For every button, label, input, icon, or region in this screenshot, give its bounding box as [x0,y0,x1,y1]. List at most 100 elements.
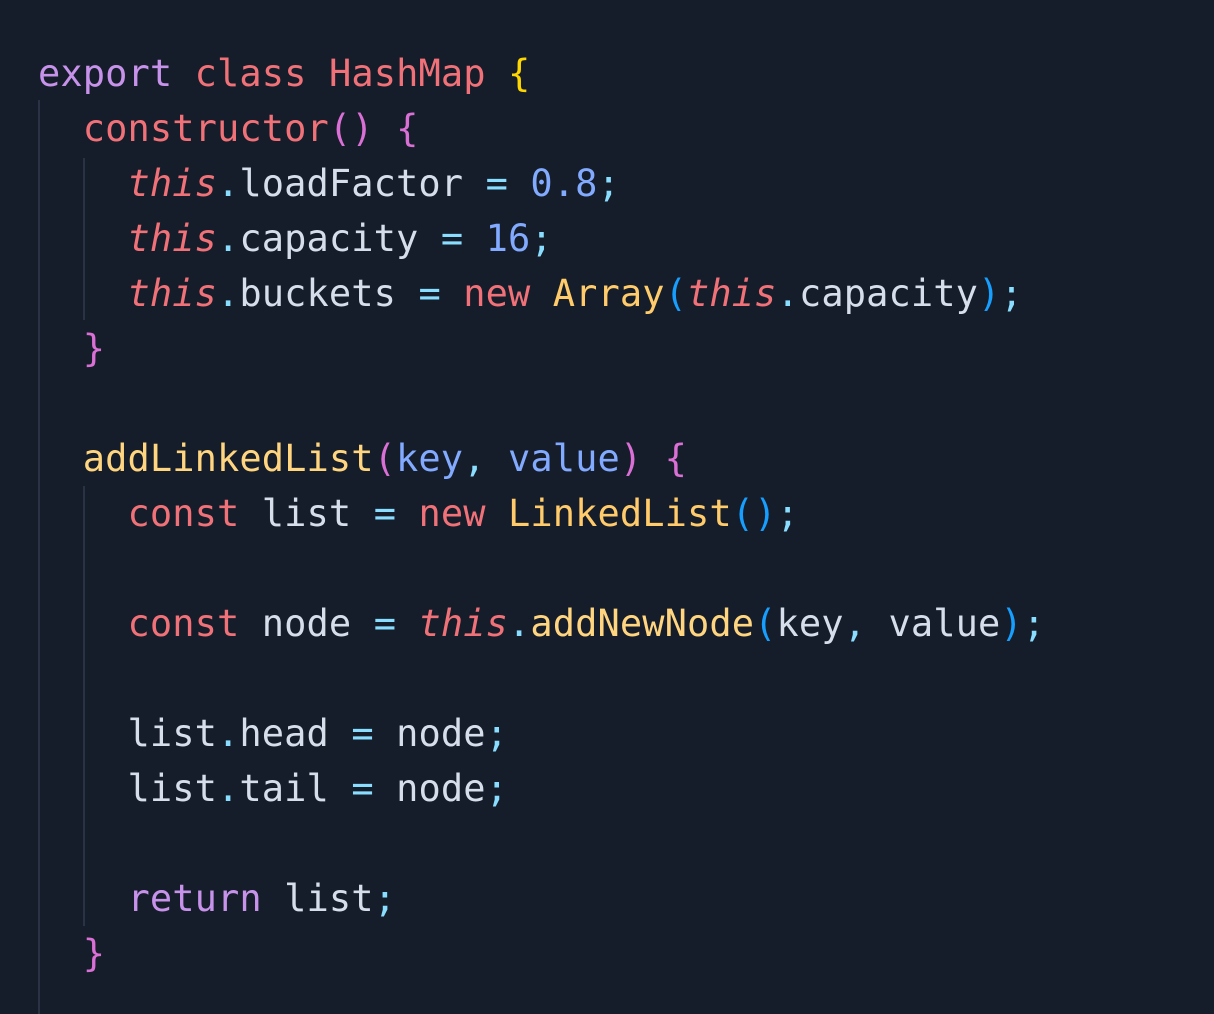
code-token: ( [754,602,777,645]
code-token: capacity [798,272,978,315]
code-token: ; [776,492,799,535]
code-line[interactable]: list.tail = node; [38,761,508,816]
code-token: = [373,492,397,535]
code-token: new [418,492,486,535]
code-token: } [82,327,106,370]
code-token: . [217,712,240,755]
code-token: ) [1000,602,1023,645]
code-token: key [396,437,464,480]
code-line[interactable]: constructor() { [38,101,419,156]
code-line[interactable]: } [38,926,105,981]
code-token: key [776,602,844,645]
code-token: ; [485,767,509,810]
code-token: = [440,217,464,260]
code-token: = [373,602,397,645]
code-token: () [328,107,374,150]
code-token: ) [619,437,643,480]
code-line[interactable]: } [38,321,105,376]
code-token: value [888,602,1001,645]
code-token: = [418,272,441,315]
code-line[interactable]: this.buckets = new Array(this.capacity); [38,266,1023,321]
code-token: node [396,767,486,810]
code-token: LinkedList [508,492,732,535]
code-token: , [843,602,867,645]
code-token: = [485,162,508,205]
code-line[interactable]: export class HashMap { [38,46,530,101]
code-token: { [507,52,531,95]
code-line[interactable]: list.head = node; [38,706,508,761]
code-token: constructor [82,107,329,150]
code-token: node [261,602,352,645]
code-token: ; [373,877,397,920]
code-line[interactable]: const list = new LinkedList(); [38,486,799,541]
code-token: , [463,437,486,480]
code-token: = [351,767,374,810]
code-token: this [127,217,218,260]
code-line[interactable]: return list; [38,871,396,926]
code-token: ( [373,437,397,480]
code-line[interactable]: this.loadFactor = 0.8; [38,156,620,211]
code-token: tail [239,767,329,810]
code-token: . [217,217,240,260]
code-editor[interactable]: export class HashMap { constructor() { t… [0,0,1214,1014]
code-token: const [127,602,240,645]
code-token: value [507,437,620,480]
code-token: ) [977,272,1001,315]
code-token: () [731,492,777,535]
code-token: return [127,877,262,920]
code-token: ; [530,217,553,260]
code-token: 16 [485,217,531,260]
code-line[interactable]: this.capacity = 16; [38,211,553,266]
code-token: head [239,712,329,755]
code-token: this [418,602,508,645]
code-token: list [127,767,218,810]
code-token: . [217,162,240,205]
code-token: . [508,602,531,645]
code-token: { [664,437,688,480]
code-token: node [396,712,486,755]
code-line[interactable]: addLinkedList(key, value) { [38,431,687,486]
code-token: } [82,932,106,975]
code-token: ; [485,712,509,755]
code-token: list [284,877,374,920]
code-token: this [687,272,777,315]
code-token: buckets [239,272,397,315]
code-token: . [776,272,799,315]
code-token: ; [1022,602,1046,645]
code-token: . [217,767,240,810]
code-token: = [351,712,374,755]
code-token: new [463,272,531,315]
code-token: this [127,272,218,315]
code-token: addLinkedList [82,437,374,480]
code-token: { [396,107,419,150]
code-token: export [38,52,173,95]
code-line[interactable]: const node = this.addNewNode(key, value)… [38,596,1046,651]
code-token: addNewNode [530,602,755,645]
code-token: capacity [239,217,419,260]
code-token: ( [664,272,688,315]
